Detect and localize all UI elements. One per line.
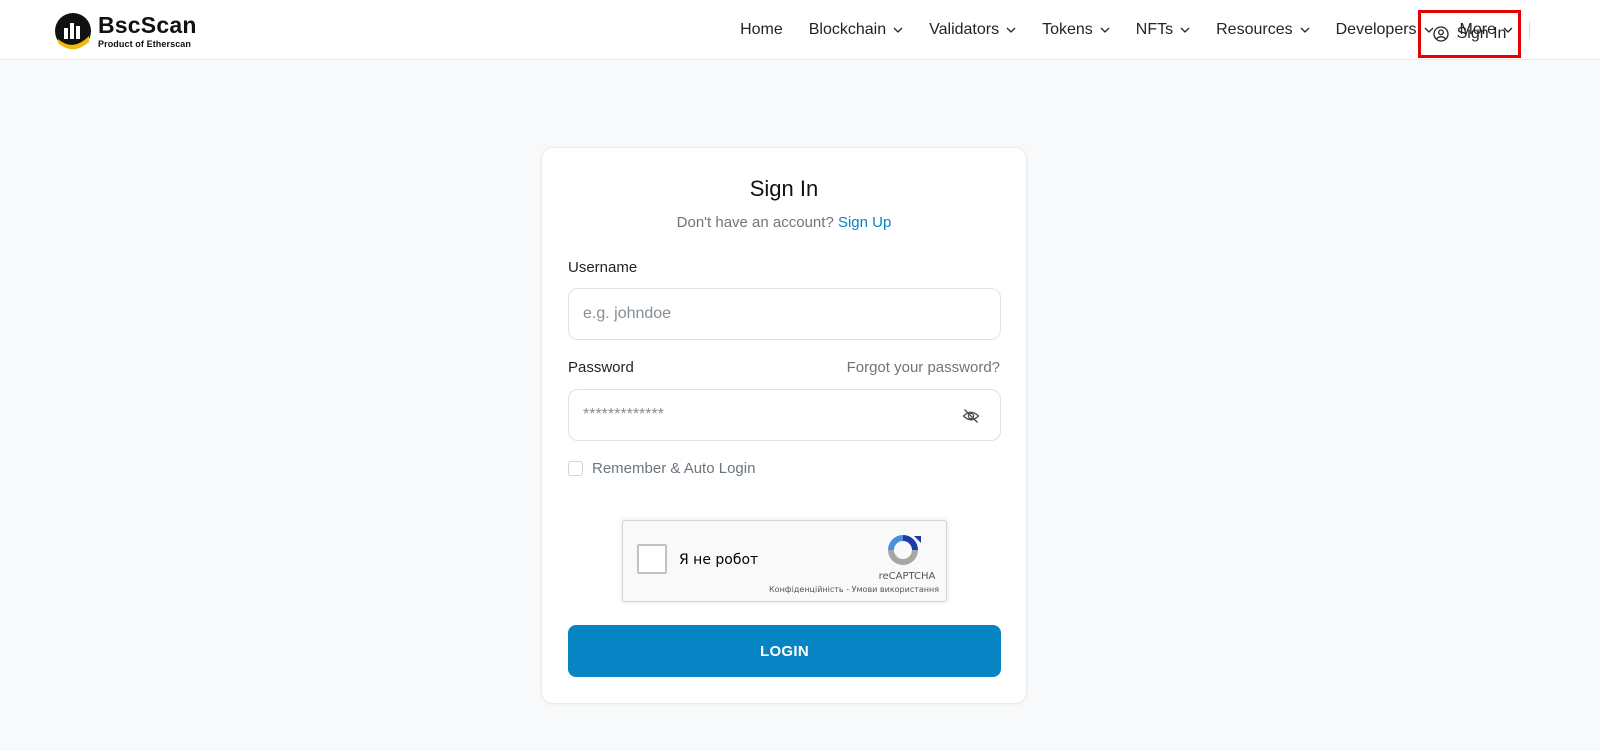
bscscan-logo[interactable]: BscScan Product of Etherscan [54,11,197,51]
nav-item-label: Validators [929,21,1000,38]
chevron-down-icon [1300,27,1310,33]
header-sign-in-label: Sign In [1456,25,1507,42]
remember-me-checkbox[interactable]: Remember & Auto Login [568,460,755,477]
chevron-down-icon [1180,27,1190,33]
logo-subtitle: Product of Etherscan [98,38,192,49]
nav-item-validators[interactable]: Validators [929,21,1016,39]
sign-up-link[interactable]: Sign Up [838,214,891,231]
login-button[interactable]: LOGIN [568,625,1001,677]
bscscan-logo-icon [55,13,91,50]
signup-prompt-text: Don't have an account? [676,214,834,231]
nav-item-resources[interactable]: Resources [1216,21,1310,39]
sign-in-card: Sign In Don't have an account? Sign Up U… [541,147,1027,704]
nav-item-label: Blockchain [808,21,887,38]
page-title: Sign In [749,176,819,201]
recaptcha-checkbox[interactable] [637,544,667,574]
nav-item-label: Developers [1335,21,1417,38]
chevron-down-icon [1100,27,1110,33]
signup-prompt: Don't have an account? Sign Up [542,214,1026,231]
nav-item-label: Tokens [1042,21,1093,38]
nav-item-label: NFTs [1135,21,1174,38]
user-circle-icon [1432,26,1449,42]
eye-slash-icon[interactable] [962,407,980,425]
header-sign-in-button[interactable]: Sign In [1418,10,1521,58]
nav-item-label: Resources [1216,21,1293,38]
password-label: Password [568,359,634,376]
recaptcha-brand: reCAPTCHA [878,571,936,582]
checkbox-box[interactable] [568,461,583,476]
main-nav: Home Blockchain Validators Tokens NFTs Resour… [714,0,1530,60]
nav-item-home[interactable]: Home [740,21,783,39]
username-label: Username [568,259,638,276]
recaptcha-logo-icon [888,535,921,565]
username-input[interactable] [568,288,1001,340]
remember-label: Remember & Auto Login [592,460,756,477]
nav-item-nfts[interactable]: NFTs [1136,21,1190,39]
nav-item-label: Home [740,21,783,38]
chevron-down-icon [1006,27,1016,33]
recaptcha-links-separator: - [843,585,852,594]
recaptcha-privacy-link[interactable]: Конфіденційність [769,585,844,594]
recaptcha-terms-link[interactable]: Умови використання [852,585,939,594]
nav-item-tokens[interactable]: Tokens [1042,21,1110,39]
chevron-down-icon [893,27,903,33]
recaptcha-widget: Я не робот reCAPTCHA Конфіденційність - … [622,520,947,602]
nav-item-blockchain[interactable]: Blockchain [809,21,903,39]
password-input[interactable] [568,389,1001,441]
top-navbar: BscScan Product of Etherscan Home Blockch… [0,0,1600,60]
recaptcha-label: Я не робот [679,552,759,568]
logo-title: BscScan [98,11,197,38]
forgot-password-link[interactable]: Forgot your password? [847,359,1000,376]
nav-divider [1529,21,1530,39]
recaptcha-links: Конфіденційність - Умови використання [769,585,939,594]
